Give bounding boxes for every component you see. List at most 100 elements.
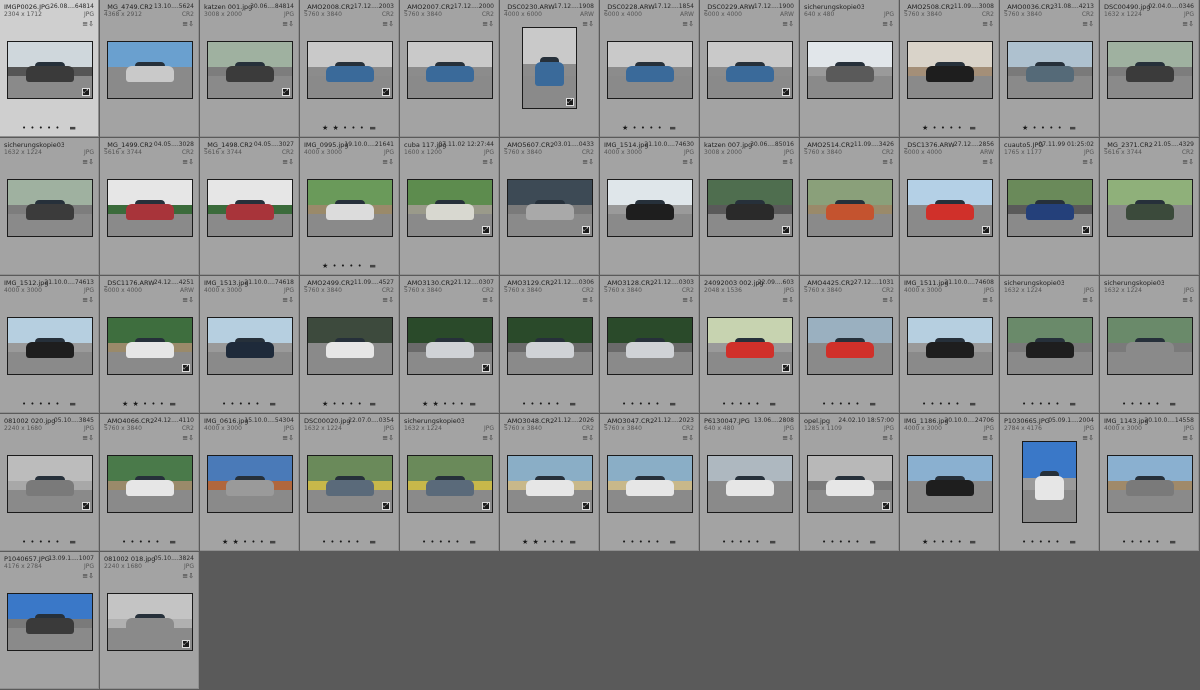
thumbnail-image[interactable] [907, 317, 993, 375]
thumbnail-image[interactable] [607, 41, 693, 99]
thumbnail-cell[interactable]: P1030665.JPG 05.09.1....2004 2784 x 4176 JP… [1000, 414, 1099, 551]
thumbnail-cell[interactable]: _AMO3048.CR2 21.12....2026 5760 x 3840 CR2 ≡… [500, 414, 599, 551]
thumbnail-cell[interactable]: IMG_1514.jpg 21.10.0....74630 4000 x 3000 J… [600, 138, 699, 275]
thumbnail-image[interactable]: ⤢ [207, 41, 293, 99]
thumbnail-image[interactable] [1107, 317, 1193, 375]
metadata-icon[interactable]: ≡⇩ [82, 434, 94, 442]
thumbnail-cell[interactable]: _DSC1176.ARW 24.12....4251 6000 x 4000 ARW ≡… [100, 276, 199, 413]
thumbnail-cell[interactable]: 24092003 002.jpg 22.09....603 2048 x 1536 J… [700, 276, 799, 413]
thumbnail-image[interactable] [7, 317, 93, 375]
star-rating[interactable]: • • • • • [22, 124, 61, 132]
star-rating[interactable]: ★ ★ • • • [322, 124, 365, 132]
star-rating[interactable]: • • • • • [22, 538, 61, 546]
flag-icon[interactable]: ▬ [69, 124, 76, 132]
develop-badge-icon[interactable]: ⤢ [482, 502, 490, 510]
thumbnail-cell[interactable]: P6130047.JPG 13.06....2808 640 x 480 JPG ≡⇩ •… [700, 414, 799, 551]
develop-badge-icon[interactable]: ⤢ [82, 502, 90, 510]
thumbnail-image[interactable]: ⤢ [107, 317, 193, 375]
thumbnail-cell[interactable]: IMG_1143.jpg 20.10.0....14558 4000 x 3000 J… [1100, 414, 1199, 551]
thumbnail-cell[interactable]: _AMO3128.CR2 21.12....0303 5760 x 3840 CR2 ≡… [600, 276, 699, 413]
flag-icon[interactable]: ▬ [69, 538, 76, 546]
thumbnail-cell[interactable]: _MG_4749.CR2 13.10....5624 4368 x 2912 CR2 ≡… [100, 0, 199, 137]
metadata-icon[interactable]: ≡⇩ [382, 434, 394, 442]
thumbnail-image[interactable] [107, 455, 193, 513]
develop-badge-icon[interactable]: ⤢ [182, 364, 190, 372]
metadata-icon[interactable]: ≡⇩ [682, 296, 694, 304]
star-rating[interactable]: ★ ★ • • • [122, 400, 165, 408]
thumbnail-cell[interactable]: _AMO2499.CR2 11.09....4527 5760 x 3840 CR2 ≡… [300, 276, 399, 413]
metadata-icon[interactable]: ≡⇩ [882, 296, 894, 304]
thumbnail-cell[interactable]: cuauto5.JPG 07.11.99 01:25:02 1765 x 1177 J… [1000, 138, 1099, 275]
metadata-icon[interactable]: ≡⇩ [282, 434, 294, 442]
thumbnail-cell[interactable]: sicherungskopie03052006 228.jpg1632 x 12… [0, 138, 99, 275]
thumbnail-cell[interactable]: _AMO0036.CR2 31.08....4213 5760 x 3840 CR2 ≡… [1000, 0, 1099, 137]
star-rating[interactable]: ★ • • • • [1022, 124, 1063, 132]
metadata-icon[interactable]: ≡⇩ [782, 296, 794, 304]
thumbnail-image[interactable] [207, 179, 293, 237]
thumbnail-cell[interactable]: DSC00020.jpg 22.07.0....0354 1632 x 1224 JP… [300, 414, 399, 551]
flag-icon[interactable]: ▬ [369, 262, 376, 270]
star-rating[interactable]: • • • • • [22, 400, 61, 408]
star-rating[interactable]: • • • • • [622, 538, 661, 546]
thumbnail-image[interactable]: ⤢ [507, 179, 593, 237]
star-rating[interactable]: ★ • • • • [322, 400, 363, 408]
thumbnail-image[interactable] [1107, 179, 1193, 237]
thumbnail-image[interactable] [1007, 317, 1093, 375]
star-rating[interactable]: • • • • • [722, 400, 761, 408]
metadata-icon[interactable]: ≡⇩ [82, 20, 94, 28]
thumbnail-cell[interactable]: sicherungskopie03052006 085.jpg1632 x 12… [400, 414, 499, 551]
flag-icon[interactable]: ▬ [569, 538, 576, 546]
thumbnail-cell[interactable]: _AMO2007.CR2 17.12....2000 5760 x 3840 CR2 ≡… [400, 0, 499, 137]
star-rating[interactable]: • • • • • [822, 538, 861, 546]
metadata-icon[interactable]: ≡⇩ [182, 296, 194, 304]
thumbnail-cell[interactable]: _DSC0230.ARW 17.12....1908 4000 x 6000 ARW ≡… [500, 0, 599, 137]
thumbnail-cell[interactable]: P1040657.JPG 13.09.1....1007 4176 x 2784 JP… [0, 552, 99, 689]
flag-icon[interactable]: ▬ [1169, 400, 1176, 408]
thumbnail-image[interactable] [807, 317, 893, 375]
thumbnail-image[interactable]: ⤢ [407, 179, 493, 237]
thumbnail-cell[interactable]: _AMO2514.CR2 11.09....3426 5760 x 3840 CR2 ≡… [800, 138, 899, 275]
thumbnail-cell[interactable]: sicherungskopie03052006 196.jpg1632 x 12… [1000, 276, 1099, 413]
thumbnail-image[interactable] [1007, 41, 1093, 99]
metadata-icon[interactable]: ≡⇩ [582, 20, 594, 28]
metadata-icon[interactable]: ≡⇩ [582, 296, 594, 304]
metadata-icon[interactable]: ≡⇩ [82, 296, 94, 304]
star-rating[interactable]: ★ • • • • [922, 124, 963, 132]
star-rating[interactable]: • • • • • [222, 400, 261, 408]
metadata-icon[interactable]: ≡⇩ [1082, 296, 1094, 304]
metadata-icon[interactable]: ≡⇩ [782, 20, 794, 28]
thumbnail-cell[interactable]: cuba 117.jpg 07.11.02 12:27:44 1600 x 1200… [400, 138, 499, 275]
flag-icon[interactable]: ▬ [269, 400, 276, 408]
star-rating[interactable]: • • • • • [722, 538, 761, 546]
thumbnail-cell[interactable]: _MG_2371.CR2 21.05....4329 5616 x 3744 CR2 ≡… [1100, 138, 1199, 275]
flag-icon[interactable]: ▬ [369, 400, 376, 408]
metadata-icon[interactable]: ≡⇩ [1082, 158, 1094, 166]
flag-icon[interactable]: ▬ [69, 400, 76, 408]
star-rating[interactable]: • • • • • [1022, 400, 1061, 408]
thumbnail-cell[interactable]: 081002 018.jpg 05.10....3824 2240 x 1680 JP… [100, 552, 199, 689]
star-rating[interactable]: ★ • • • • [322, 262, 363, 270]
metadata-icon[interactable]: ≡⇩ [182, 572, 194, 580]
metadata-icon[interactable]: ≡⇩ [282, 296, 294, 304]
flag-icon[interactable]: ▬ [969, 538, 976, 546]
thumbnail-image[interactable] [1107, 455, 1193, 513]
thumbnail-cell[interactable]: 081002 020.jpg 05.10....3845 2240 x 1680 JP… [0, 414, 99, 551]
metadata-icon[interactable]: ≡⇩ [1182, 434, 1194, 442]
metadata-icon[interactable]: ≡⇩ [382, 296, 394, 304]
metadata-icon[interactable]: ≡⇩ [782, 434, 794, 442]
thumbnail-image[interactable] [607, 455, 693, 513]
flag-icon[interactable]: ▬ [469, 400, 476, 408]
metadata-icon[interactable]: ≡⇩ [982, 158, 994, 166]
metadata-icon[interactable]: ≡⇩ [982, 434, 994, 442]
flag-icon[interactable]: ▬ [869, 538, 876, 546]
thumbnail-cell[interactable]: katzen 001.jpg 30.06....84814 3008 x 2000 J… [200, 0, 299, 137]
thumbnail-image[interactable]: ⤢ [707, 41, 793, 99]
metadata-icon[interactable]: ≡⇩ [482, 158, 494, 166]
thumbnail-image[interactable]: ⤢ [307, 455, 393, 513]
metadata-icon[interactable]: ≡⇩ [682, 158, 694, 166]
develop-badge-icon[interactable]: ⤢ [782, 364, 790, 372]
metadata-icon[interactable]: ≡⇩ [1182, 158, 1194, 166]
thumbnail-cell[interactable]: _DSC0229.ARW 17.12....1900 6000 x 4000 ARW ≡… [700, 0, 799, 137]
thumbnail-cell[interactable]: _AMO5607.CR2 03.01....0433 5760 x 3840 CR2 ≡… [500, 138, 599, 275]
metadata-icon[interactable]: ≡⇩ [882, 158, 894, 166]
